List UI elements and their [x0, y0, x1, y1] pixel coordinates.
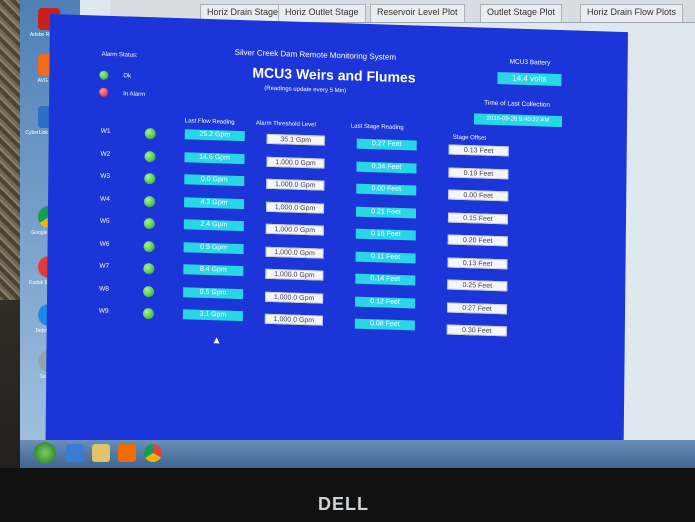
header-last-flow: Last Flow Reading	[184, 118, 235, 126]
mouse-cursor-icon: ▲	[211, 335, 222, 347]
flow-value: 25.2 Gpm	[184, 129, 245, 142]
threshold-field[interactable]: 1,000.0 Gpm	[265, 246, 324, 259]
stage-value: 0.27 Feet	[356, 138, 417, 151]
system-title: Silver Creek Dam Remote Monitoring Syste…	[234, 47, 397, 62]
flow-value: 14.6 Gpm	[184, 151, 245, 164]
monitor-brand-logo: DELL	[318, 494, 369, 514]
monitoring-panel: Silver Creek Dam Remote Monitoring Syste…	[45, 14, 628, 483]
battery-label: MCU3 Battery	[509, 58, 551, 67]
last-collection-value: 2016-09-28 9:40:22 AM	[473, 113, 563, 128]
offset-field[interactable]: 0.27 Feet	[446, 301, 508, 314]
tab-horiz-outlet-stage[interactable]: Horiz Outlet Stage	[278, 4, 366, 22]
offset-field[interactable]: 0.30 Feet	[446, 324, 507, 337]
stage-value: 0.12 Feet	[355, 296, 416, 308]
stage-value: 0.34 Feet	[356, 161, 417, 174]
offset-field[interactable]: 0.19 Feet	[448, 167, 509, 179]
status-ok-icon	[142, 307, 154, 320]
flow-value: 4.3 Gpm	[184, 196, 245, 209]
offset-field[interactable]: 0.25 Feet	[447, 279, 508, 292]
stage-value: 0.08 Feet	[354, 318, 415, 331]
weir-name: W9	[98, 307, 109, 315]
start-button[interactable]	[34, 442, 56, 464]
status-ok-icon	[144, 172, 156, 185]
offset-field[interactable]: 0.00 Feet	[448, 189, 509, 202]
folder-taskbar-icon[interactable]	[92, 444, 110, 462]
last-collection-label: Time of Last Collection	[484, 99, 551, 109]
weir-name: W7	[99, 262, 110, 270]
threshold-field[interactable]: 1,000.0 Gpm	[264, 313, 323, 326]
weir-name: W8	[99, 285, 109, 293]
threshold-field[interactable]: 1,000.0 Gpm	[265, 291, 324, 304]
alarm-status-label: Alarm Status:	[101, 51, 138, 59]
alarm-indicator-icon	[99, 87, 109, 97]
flow-value: 2.4 Gpm	[183, 219, 244, 232]
stage-value: 0.11 Feet	[355, 251, 416, 263]
status-ok-icon	[143, 285, 155, 297]
header-alarm-threshold: Alarm Threshold Level	[255, 120, 316, 129]
threshold-field[interactable]: 1,000.0 Gpm	[266, 178, 325, 191]
flow-value: 0.9 Gpm	[183, 241, 244, 254]
tab-horiz-drain-flow-plots[interactable]: Horiz Drain Flow Plots	[580, 4, 684, 22]
threshold-field[interactable]: 1,000.0 Gpm	[265, 223, 324, 236]
page-title: MCU3 Weirs and Flumes	[252, 64, 416, 86]
weir-name: W2	[100, 150, 111, 158]
stage-value: 0.21 Feet	[355, 206, 417, 219]
threshold-field[interactable]: 1,000.0 Gpm	[266, 156, 325, 169]
flow-value: 3.1 Gpm	[182, 309, 243, 322]
offset-field[interactable]: 0.13 Feet	[447, 257, 508, 269]
threshold-field[interactable]: 35.1 Gpm	[266, 133, 325, 146]
flow-value: 0.0 Gpm	[184, 174, 245, 187]
weir-name: W6	[99, 240, 110, 248]
flow-value: 0.5 Gpm	[183, 286, 244, 299]
offset-field[interactable]: 0.15 Feet	[447, 212, 509, 224]
status-ok-icon	[143, 217, 155, 230]
offset-field[interactable]: 0.20 Feet	[447, 234, 508, 247]
stage-value: 0.14 Feet	[355, 273, 416, 286]
weir-name: W4	[100, 195, 110, 203]
threshold-field[interactable]: 1,000.0 Gpm	[265, 201, 325, 214]
threshold-field[interactable]: 1,000.0 Gpm	[265, 268, 324, 281]
status-ok-icon	[143, 240, 155, 252]
in-alarm-legend-label: In Alarm	[123, 91, 146, 98]
ie-taskbar-icon[interactable]	[66, 444, 84, 462]
tab-reservoir-level-plot[interactable]: Reservoir Level Plot	[370, 4, 465, 22]
ok-indicator-icon	[99, 70, 109, 80]
offset-field[interactable]: 0.13 Feet	[448, 144, 509, 157]
weir-name: W5	[99, 217, 110, 225]
update-note: (Readings update every 5 Min)	[264, 85, 347, 95]
battery-value: 14.4 volts	[497, 72, 562, 87]
chrome-taskbar-icon[interactable]	[144, 444, 162, 462]
weir-name: W3	[100, 172, 111, 180]
ok-legend-label: Ok	[123, 73, 132, 80]
media-taskbar-icon[interactable]	[118, 444, 136, 462]
status-ok-icon	[144, 150, 156, 162]
stage-value: 0.00 Feet	[356, 183, 417, 196]
status-ok-icon	[144, 195, 156, 207]
header-last-stage: Last Stage Reading	[350, 123, 404, 132]
status-ok-icon	[143, 262, 155, 275]
flow-value: 8.4 Gpm	[183, 264, 244, 277]
tab-outlet-stage-plot[interactable]: Outlet Stage Plot	[480, 4, 563, 22]
stage-value: 0.16 Feet	[355, 228, 416, 241]
status-ok-icon	[144, 127, 156, 140]
weir-name: W1	[100, 127, 111, 135]
